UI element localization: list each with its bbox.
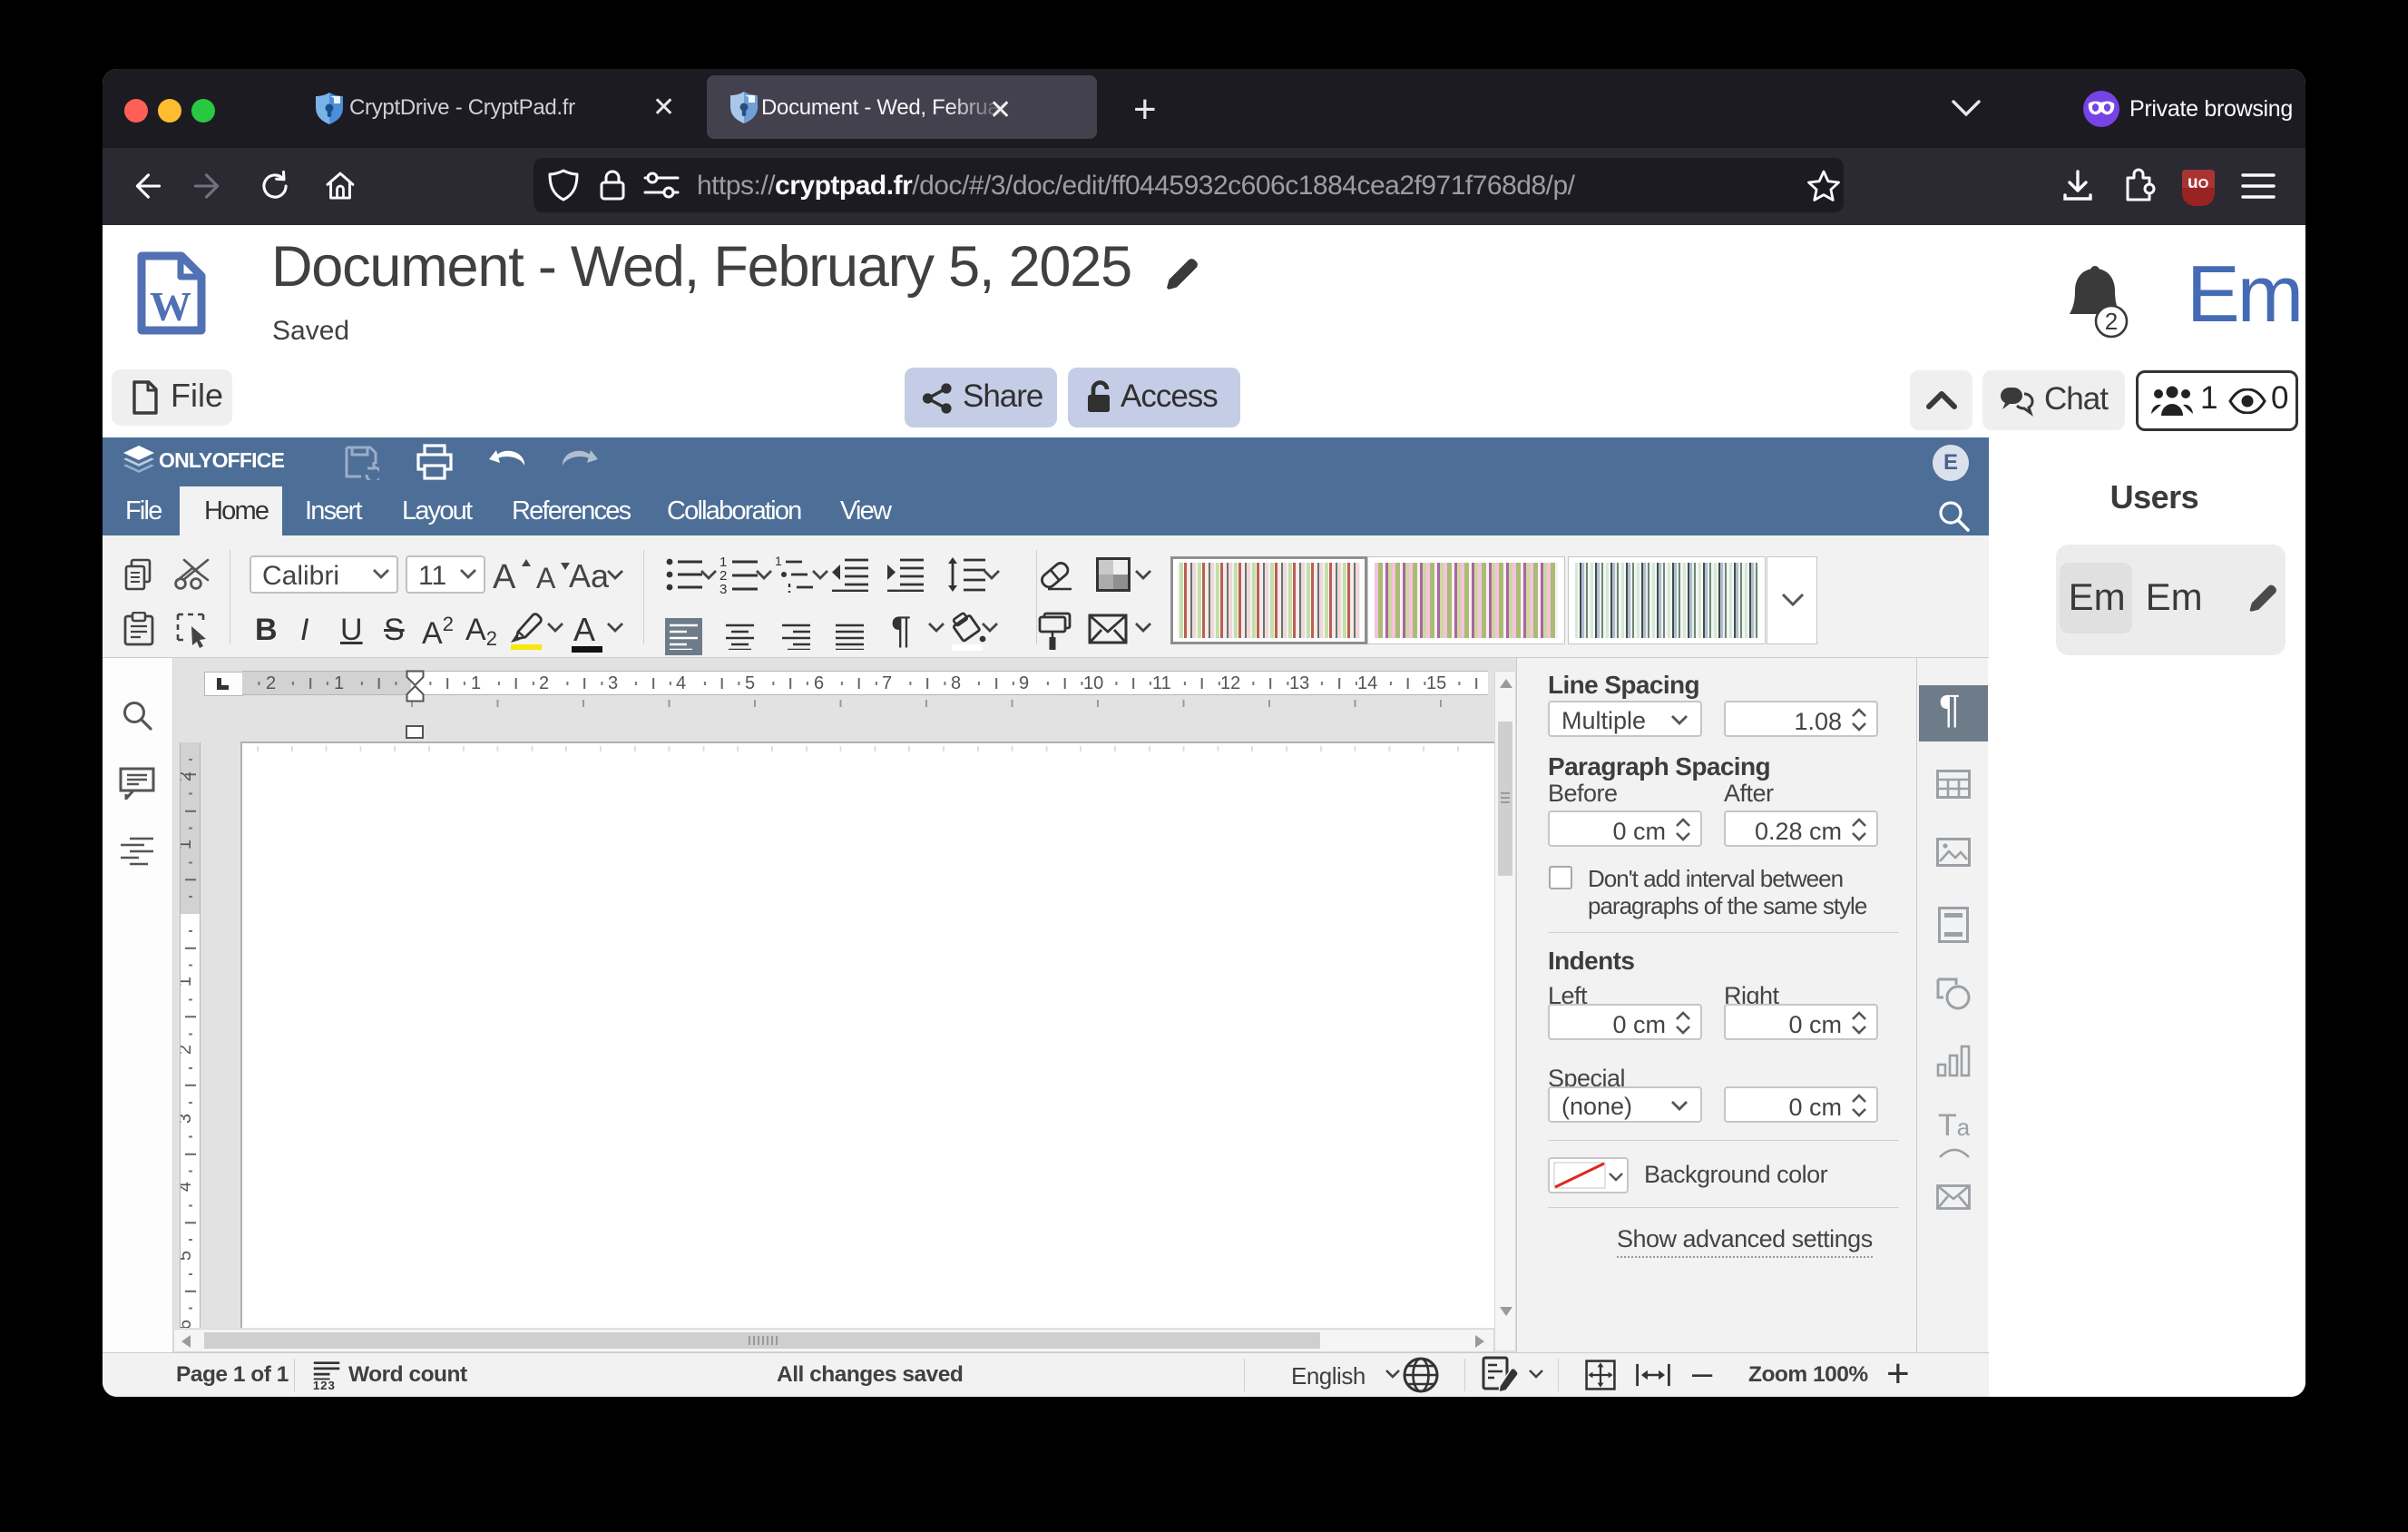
svg-text:3: 3 [719,582,727,594]
svg-text:A: A [493,558,516,595]
svg-text:2: 2 [2105,308,2118,335]
svg-text:123: 123 [313,1379,336,1390]
svg-text:W: W [150,283,191,329]
svg-text:1: 1 [775,555,782,568]
svg-text:A: A [536,562,556,594]
